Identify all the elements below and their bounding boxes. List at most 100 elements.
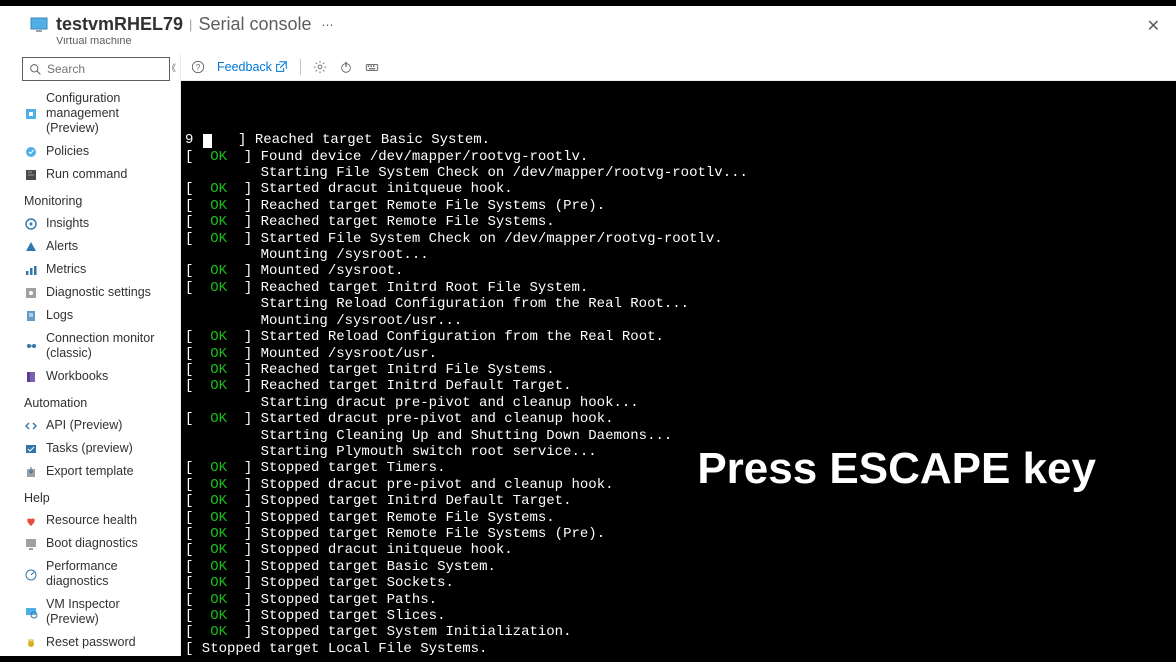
- console-line: [ OK ] Started File System Check on /dev…: [185, 231, 1172, 247]
- sidebar-item-perf[interactable]: Performance diagnostics: [0, 555, 180, 593]
- console-line: [ OK ] Stopped dracut initqueue hook.: [185, 542, 1172, 558]
- console-line: Mounting /sysroot...: [185, 247, 1172, 263]
- bottom-black-bar: [0, 656, 1176, 662]
- workbooks-icon: [24, 370, 38, 384]
- tasks-icon: [24, 442, 38, 456]
- console-line: [ OK ] Started dracut initqueue hook.: [185, 181, 1172, 197]
- sidebar-item-label: Logs: [46, 308, 73, 323]
- console-line: [ OK ] Reached target Remote File System…: [185, 214, 1172, 230]
- sidebar-item-label: Configuration management (Preview): [46, 91, 172, 136]
- console-line: [ OK ] Reached target Initrd Default Tar…: [185, 378, 1172, 394]
- feedback-link[interactable]: Feedback: [217, 60, 288, 74]
- sidebar-item-policies[interactable]: Policies: [0, 140, 180, 163]
- metrics-icon: [24, 263, 38, 277]
- close-icon[interactable]: ✕: [1147, 16, 1160, 36]
- sidebar-item-boot[interactable]: Boot diagnostics: [0, 532, 180, 555]
- serial-console-output[interactable]: 9 ] Reached target Basic System.[ OK ] F…: [181, 81, 1176, 661]
- console-line: [ Stopped target Local File Systems.: [185, 641, 1172, 657]
- console-line: Starting Reload Configuration from the R…: [185, 296, 1172, 312]
- sidebar-item-reset[interactable]: Reset password: [0, 631, 180, 654]
- sidebar-item-label: Workbooks: [46, 369, 108, 384]
- connmon-icon: [24, 339, 38, 353]
- sidebar-item-api[interactable]: API (Preview): [0, 414, 180, 437]
- search-icon: [29, 63, 42, 76]
- console-line: Mounting /sysroot/usr...: [185, 313, 1172, 329]
- sidebar-item-logs[interactable]: Logs: [0, 304, 180, 327]
- console-line: [ OK ] Found device /dev/mapper/rootvg-r…: [185, 149, 1172, 165]
- config-icon: [24, 107, 38, 121]
- console-line: [ OK ] Stopped target Remote File System…: [185, 526, 1172, 542]
- section-monitoring: Monitoring: [0, 186, 180, 212]
- insights-icon: [24, 217, 38, 231]
- export-icon: [24, 465, 38, 479]
- logs-icon: [24, 309, 38, 323]
- collapse-chevron-icon[interactable]: 《: [167, 61, 176, 74]
- section-automation: Automation: [0, 388, 180, 414]
- sidebar-item-diag[interactable]: Diagnostic settings: [0, 281, 180, 304]
- console-line: [ OK ] Stopped target System Initializat…: [185, 624, 1172, 640]
- sidebar-item-alerts[interactable]: Alerts: [0, 235, 180, 258]
- console-line: [ OK ] Mounted /sysroot.: [185, 263, 1172, 279]
- console-line: [ OK ] Reached target Remote File System…: [185, 198, 1172, 214]
- run-icon: [24, 168, 38, 182]
- console-line: [ OK ] Started dracut pre-pivot and clea…: [185, 411, 1172, 427]
- sidebar-item-label: Tasks (preview): [46, 441, 133, 456]
- sidebar-item-vminsp[interactable]: VM Inspector (Preview): [0, 593, 180, 631]
- sidebar-item-label: VM Inspector (Preview): [46, 597, 172, 627]
- settings-gear-icon[interactable]: [313, 60, 327, 74]
- console-line: [ OK ] Stopped target Timers.: [185, 460, 1172, 476]
- page-subtitle: Serial console: [198, 14, 311, 35]
- console-line: Starting dracut pre-pivot and cleanup ho…: [185, 395, 1172, 411]
- sidebar-item-tasks[interactable]: Tasks (preview): [0, 437, 180, 460]
- console-line: [ OK ] Stopped target Remote File System…: [185, 510, 1172, 526]
- sidebar-item-label: Alerts: [46, 239, 78, 254]
- sidebar-item-connmon[interactable]: Connection monitor (classic): [0, 327, 180, 365]
- sidebar-item-label: Export template: [46, 464, 134, 479]
- sidebar-item-label: Insights: [46, 216, 89, 231]
- health-icon: [24, 514, 38, 528]
- sidebar-item-insights[interactable]: Insights: [0, 212, 180, 235]
- help-icon[interactable]: ?: [191, 60, 205, 74]
- perf-icon: [24, 567, 38, 581]
- search-input-wrap[interactable]: [22, 57, 170, 81]
- sidebar-item-workbooks[interactable]: Workbooks: [0, 365, 180, 388]
- boot-icon: [24, 537, 38, 551]
- vminsp-icon: [24, 605, 38, 619]
- page-title: testvmRHEL79: [56, 14, 183, 35]
- policies-icon: [24, 145, 38, 159]
- sidebar-item-label: Metrics: [46, 262, 86, 277]
- sidebar-item-label: Connection monitor (classic): [46, 331, 172, 361]
- sidebar-item-config[interactable]: Configuration management (Preview): [0, 87, 180, 140]
- sidebar-item-export[interactable]: Export template: [0, 460, 180, 483]
- toolbar: ? Feedback: [181, 53, 1176, 81]
- vm-icon: [30, 16, 48, 34]
- sidebar-item-run[interactable]: Run command: [0, 163, 180, 186]
- sidebar-item-health[interactable]: Resource health: [0, 509, 180, 532]
- sidebar-item-metrics[interactable]: Metrics: [0, 258, 180, 281]
- power-icon[interactable]: [339, 60, 353, 74]
- keyboard-icon[interactable]: [365, 60, 379, 74]
- sidebar-item-label: Policies: [46, 144, 89, 159]
- console-line: [ OK ] Reached target Initrd File System…: [185, 362, 1172, 378]
- console-line: [ OK ] Stopped target Sockets.: [185, 575, 1172, 591]
- sidebar-item-label: Reset password: [46, 635, 136, 650]
- api-icon: [24, 419, 38, 433]
- page-header: testvmRHEL79 | Serial console ⋯ ✕: [0, 6, 1176, 37]
- console-line: Starting Plymouth switch root service...: [185, 444, 1172, 460]
- console-line: [ OK ] Stopped target Paths.: [185, 592, 1172, 608]
- sidebar-item-label: Diagnostic settings: [46, 285, 151, 300]
- console-line: [ OK ] Stopped dracut pre-pivot and clea…: [185, 477, 1172, 493]
- console-line: 9 ] Reached target Basic System.: [185, 132, 1172, 148]
- reset-icon: [24, 636, 38, 650]
- diag-icon: [24, 286, 38, 300]
- console-line: [ OK ] Stopped target Initrd Default Tar…: [185, 493, 1172, 509]
- sidebar-item-label: API (Preview): [46, 418, 122, 433]
- console-line: [ OK ] Stopped target Slices.: [185, 608, 1172, 624]
- svg-text:?: ?: [196, 63, 201, 72]
- section-help: Help: [0, 483, 180, 509]
- console-line: Starting File System Check on /dev/mappe…: [185, 165, 1172, 181]
- more-dots[interactable]: ⋯: [322, 18, 336, 32]
- sidebar-item-label: Resource health: [46, 513, 137, 528]
- sidebar-item-label: Boot diagnostics: [46, 536, 138, 551]
- search-input[interactable]: [47, 62, 163, 76]
